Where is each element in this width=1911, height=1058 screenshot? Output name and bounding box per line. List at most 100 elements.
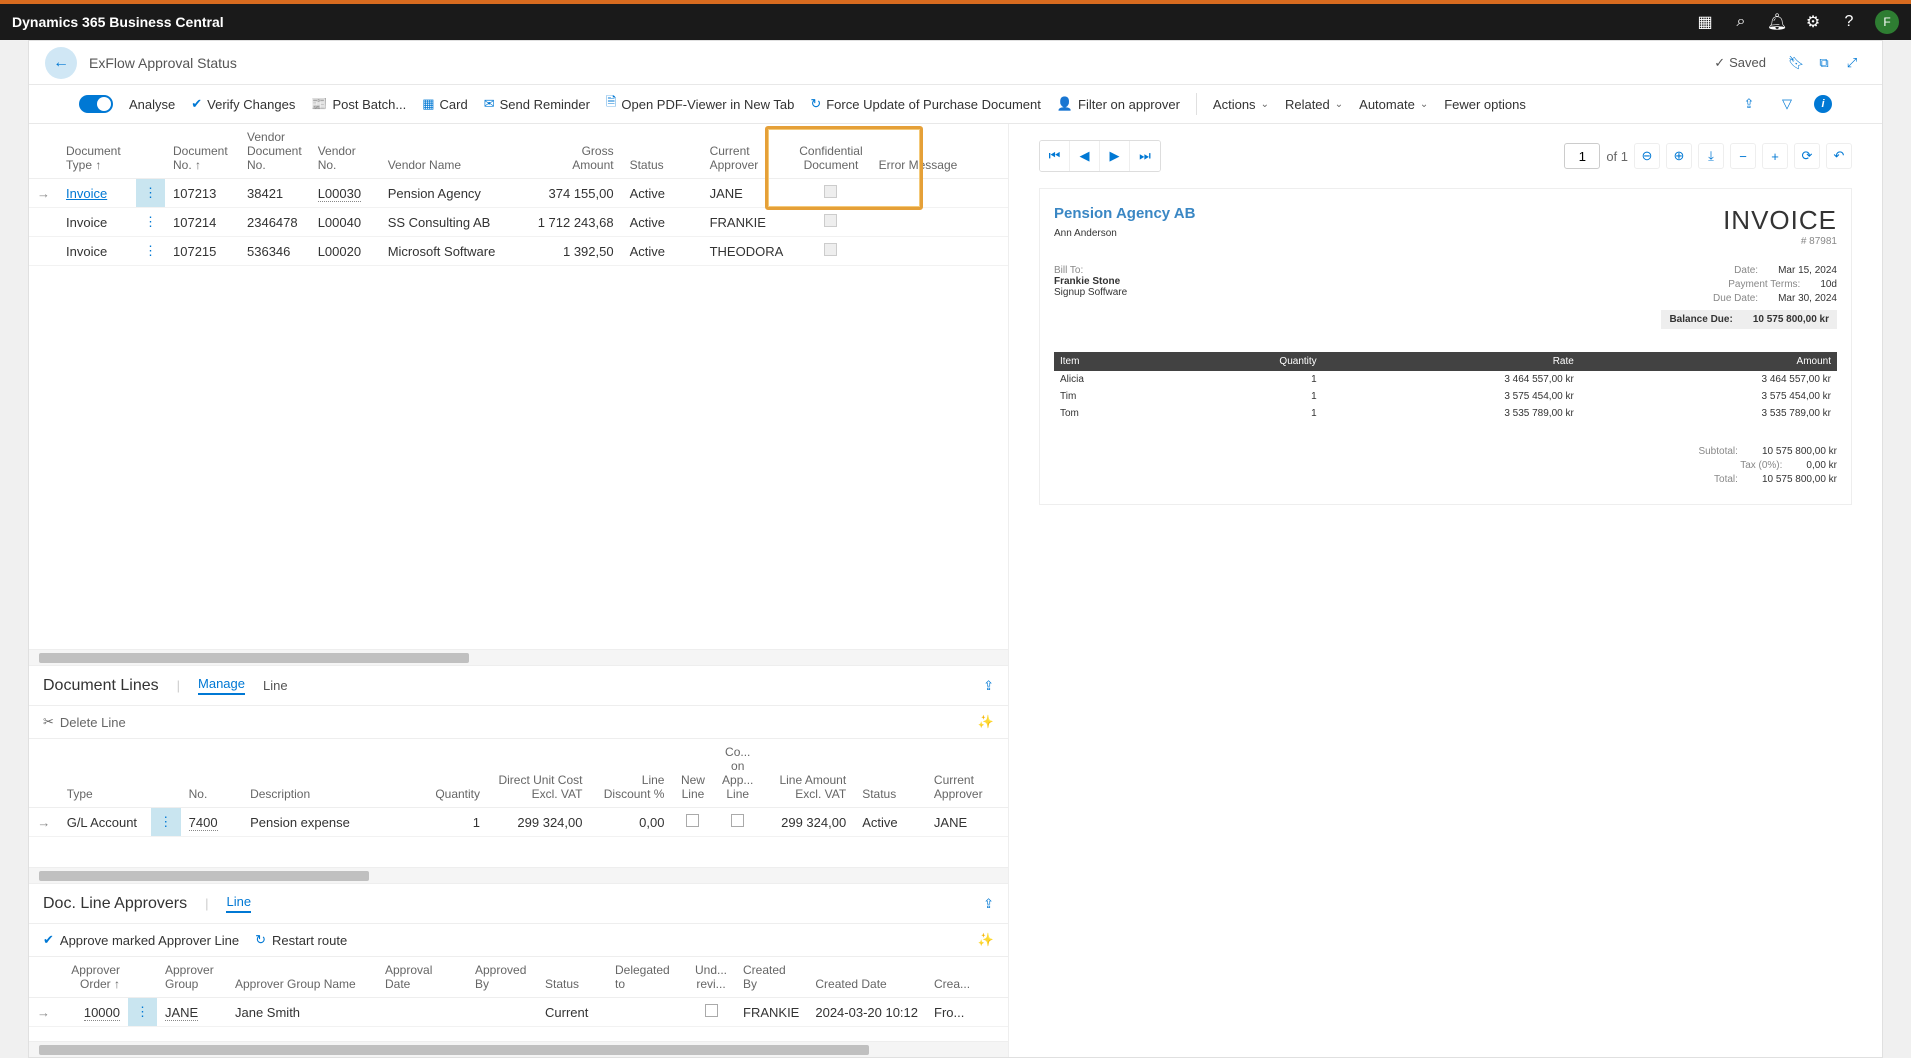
check-icon: ✔ <box>43 932 54 948</box>
share-icon[interactable]: ⇪ <box>1738 96 1760 112</box>
minus-icon[interactable]: − <box>1730 143 1756 169</box>
filter-icon[interactable]: ▽ <box>1776 96 1798 112</box>
product-title: Dynamics 365 Business Central <box>12 14 224 30</box>
analyse-action[interactable]: Analyse <box>129 97 175 112</box>
last-page-button[interactable]: ⏭ <box>1130 141 1160 171</box>
col-gross[interactable]: Gross Amount <box>530 124 622 179</box>
post-batch-action[interactable]: 📰Post Batch... <box>311 96 406 112</box>
documents-table: Document Type ↑ Document No. ↑ Vendor Do… <box>29 124 1008 266</box>
collapse-icon[interactable]: ⤢ <box>1838 49 1866 77</box>
force-update-action[interactable]: ↻Force Update of Purchase Document <box>810 96 1041 112</box>
confidential-checkbox[interactable] <box>824 243 837 256</box>
pdf-icon: 🗎 <box>606 93 616 115</box>
invoice-items-table: Item Quantity Rate Amount Alicia13 464 5… <box>1054 352 1837 422</box>
doclines-tab-line[interactable]: Line <box>263 678 288 693</box>
user-avatar[interactable]: F <box>1875 10 1899 34</box>
zoom-in-icon[interactable]: ⊕ <box>1666 143 1692 169</box>
search-icon[interactable]: ⌕ <box>1723 4 1759 40</box>
doclines-actions: ✂Delete Line ✨ <box>29 706 1008 739</box>
coapp-checkbox[interactable] <box>731 814 744 827</box>
restart-icon: ↻ <box>255 932 266 948</box>
table-row[interactable]: →10000⋮JANEJane SmithCurrentFRANKIE2024-… <box>29 998 1008 1027</box>
invoice-title: INVOICE <box>1723 205 1837 236</box>
col-approver[interactable]: Current Approver <box>702 124 792 179</box>
download-icon[interactable]: ⤓ <box>1698 143 1724 169</box>
doclines-share-icon[interactable]: ⇪ <box>983 678 994 694</box>
global-header: Dynamics 365 Business Central ▦ ⌕ 🔔︎ ⚙ ?… <box>0 4 1911 40</box>
approvers-share-icon[interactable]: ⇪ <box>983 896 994 912</box>
approvers-tab-line[interactable]: Line <box>226 894 251 913</box>
row-menu-icon[interactable]: ⋮ <box>128 998 157 1027</box>
prev-page-button[interactable]: ◀ <box>1070 141 1100 171</box>
invoice-preview: Pension Agency AB Ann Anderson INVOICE #… <box>1039 188 1852 505</box>
table-row[interactable]: →G/L Account⋮7400Pension expense1299 324… <box>29 808 1008 837</box>
related-menu[interactable]: Related <box>1285 97 1343 112</box>
col-docno[interactable]: Document No. ↑ <box>165 124 239 179</box>
bookmark-icon[interactable]: 🔖︎ <box>1782 49 1810 77</box>
table-row[interactable]: Invoice⋮1072142346478L00040SS Consulting… <box>29 208 1008 237</box>
delete-icon: ✂ <box>43 714 54 730</box>
undo-icon[interactable]: ↶ <box>1826 143 1852 169</box>
open-pdf-action[interactable]: 🗎Open PDF-Viewer in New Tab <box>606 93 794 115</box>
main-hscroll[interactable] <box>29 649 1008 665</box>
newline-checkbox[interactable] <box>686 814 699 827</box>
approvers-hscroll[interactable] <box>29 1041 1008 1057</box>
row-menu-icon[interactable]: ⋮ <box>136 237 165 266</box>
filter-approver-action[interactable]: 👤Filter on approver <box>1057 96 1180 112</box>
fewer-options-action[interactable]: Fewer options <box>1444 97 1526 112</box>
saved-indicator: Saved <box>1714 55 1766 71</box>
environment-icon[interactable]: ▦ <box>1687 4 1723 40</box>
page-input[interactable] <box>1564 143 1600 169</box>
approve-line-action[interactable]: ✔Approve marked Approver Line <box>43 932 239 948</box>
invoice-attn: Ann Anderson <box>1054 228 1195 239</box>
col-confidential[interactable]: Confidential Document <box>791 124 870 179</box>
popout-icon[interactable]: ⧉ <box>1810 49 1838 77</box>
automate-menu[interactable]: Automate <box>1359 97 1428 112</box>
send-reminder-action[interactable]: ✉Send Reminder <box>484 96 590 112</box>
approvers-header: Doc. Line Approvers | Line ⇪ <box>29 883 1008 924</box>
col-vendorname[interactable]: Vendor Name <box>380 124 530 179</box>
approvers-maximize-icon[interactable]: ✨ <box>978 932 994 948</box>
col-status[interactable]: Status <box>622 124 702 179</box>
doclines-maximize-icon[interactable]: ✨ <box>978 714 994 730</box>
approvers-title: Doc. Line Approvers <box>43 895 187 913</box>
confidential-checkbox[interactable] <box>824 214 837 227</box>
zoom-out-icon[interactable]: ⊖ <box>1634 143 1660 169</box>
invoice-item-row: Tim13 575 454,00 kr3 575 454,00 kr <box>1054 388 1837 405</box>
row-menu-icon[interactable]: ⋮ <box>151 808 181 837</box>
und-checkbox[interactable] <box>705 1004 718 1017</box>
row-menu-icon[interactable]: ⋮ <box>136 208 165 237</box>
restart-route-action[interactable]: ↻Restart route <box>255 932 347 948</box>
col-errormsg[interactable]: Error Message <box>871 124 1008 179</box>
page-of-label: of 1 <box>1606 149 1628 164</box>
update-icon: ↻ <box>810 96 821 112</box>
delete-line-action[interactable]: ✂Delete Line <box>43 714 126 730</box>
col-vendordocno[interactable]: Vendor Document No. <box>239 124 310 179</box>
refresh-icon[interactable]: ⟳ <box>1794 143 1820 169</box>
row-menu-icon[interactable]: ⋮ <box>136 179 165 208</box>
doclines-hscroll[interactable] <box>29 867 1008 883</box>
page-header: ← ExFlow Approval Status Saved 🔖︎ ⧉ ⤢ <box>29 41 1882 85</box>
actions-menu[interactable]: Actions <box>1213 97 1269 112</box>
info-icon[interactable]: i <box>1814 95 1832 113</box>
confidential-checkbox[interactable] <box>824 185 837 198</box>
approvers-table: Approver Order ↑ Approver Group Approver… <box>29 957 1008 1027</box>
notifications-icon[interactable]: 🔔︎ <box>1759 4 1795 40</box>
back-button[interactable]: ← <box>45 47 77 79</box>
page-title: ExFlow Approval Status <box>89 55 237 71</box>
verify-changes-action[interactable]: ✔Verify Changes <box>191 96 295 112</box>
col-doctype[interactable]: Document Type ↑ <box>58 124 136 179</box>
preview-pane: ⏮ ◀ ▶ ⏭ of 1 ⊖ ⊕ ⤓ − + ⟳ ↶ <box>1009 124 1882 1057</box>
col-vendorno[interactable]: Vendor No. <box>310 124 380 179</box>
first-page-button[interactable]: ⏮ <box>1040 141 1070 171</box>
plus-icon[interactable]: + <box>1762 143 1788 169</box>
analyse-toggle[interactable] <box>79 95 113 113</box>
help-icon[interactable]: ? <box>1831 4 1867 40</box>
verify-icon: ✔ <box>191 96 202 112</box>
settings-icon[interactable]: ⚙ <box>1795 4 1831 40</box>
table-row[interactable]: →Invoice⋮10721338421L00030Pension Agency… <box>29 179 1008 208</box>
next-page-button[interactable]: ▶ <box>1100 141 1130 171</box>
doclines-tab-manage[interactable]: Manage <box>198 676 245 695</box>
table-row[interactable]: Invoice⋮107215536346L00020Microsoft Soft… <box>29 237 1008 266</box>
card-action[interactable]: ▦Card <box>422 96 467 112</box>
